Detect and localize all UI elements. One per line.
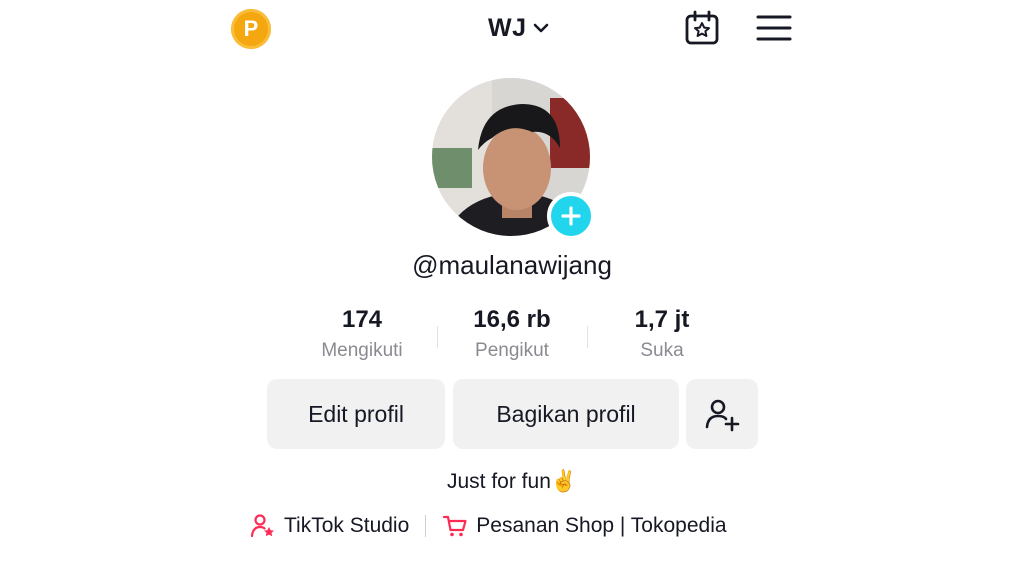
stat-value: 1,7 jt [634, 306, 690, 333]
shopping-cart-icon [443, 515, 467, 537]
stat-following[interactable]: 174 Mengikuti [287, 306, 437, 362]
coin-icon[interactable]: P [231, 9, 271, 49]
add-friend-button[interactable] [686, 379, 758, 449]
link-separator [425, 515, 427, 537]
add-user-icon [705, 399, 740, 432]
calendar-star-icon[interactable] [684, 10, 720, 46]
profile-links: TikTok Studio Pesanan Shop | Tokopedia [250, 510, 780, 542]
stat-label: Mengikuti [321, 340, 403, 361]
profile-screen: P WJ @maulanawijang 174 Mengikuti 16,6 r… [0, 0, 1024, 576]
bio-text: Just for fun✌️ [446, 470, 578, 493]
coin-label: P [243, 16, 259, 41]
plus-icon [561, 206, 581, 226]
stat-followers[interactable]: 16,6 rb Pengikut [437, 306, 587, 362]
edit-profile-button[interactable]: Edit profil [267, 379, 445, 449]
stat-label: Pengikut [475, 340, 549, 361]
stat-value: 174 [341, 306, 383, 333]
hamburger-menu-icon[interactable] [756, 12, 792, 44]
tiktok-studio-link[interactable]: TikTok Studio [250, 513, 409, 539]
creator-star-icon [250, 514, 274, 538]
account-title: WJ [488, 13, 527, 42]
shop-orders-label: Pesanan Shop | Tokopedia [476, 514, 727, 537]
shop-orders-link[interactable]: Pesanan Shop | Tokopedia [442, 513, 727, 539]
username: @maulanawijang [412, 250, 612, 280]
stat-value: 16,6 rb [473, 306, 551, 333]
stat-likes[interactable]: 1,7 jt Suka [587, 306, 737, 362]
stat-label: Suka [640, 340, 684, 361]
account-switcher[interactable]: WJ [488, 10, 551, 46]
tiktok-studio-label: TikTok Studio [284, 514, 410, 537]
share-profile-button[interactable]: Bagikan profil [453, 379, 679, 449]
profile-stats: 174 Mengikuti 16,6 rb Pengikut 1,7 jt Su… [287, 306, 737, 370]
add-story-button[interactable] [547, 192, 595, 240]
chevron-down-icon [533, 23, 548, 33]
